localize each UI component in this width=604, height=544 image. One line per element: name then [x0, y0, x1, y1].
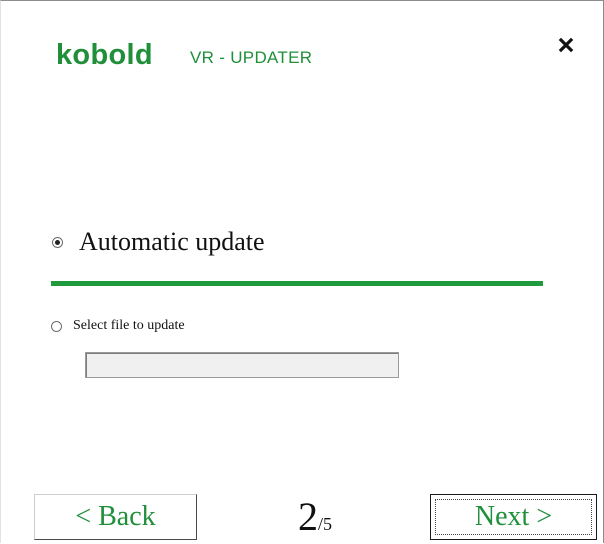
back-button-label: < Back — [75, 501, 156, 532]
file-path-input[interactable] — [85, 352, 399, 378]
automatic-update-option[interactable]: Automatic update — [52, 227, 265, 257]
select-file-option[interactable]: Select file to update — [51, 318, 185, 334]
back-button[interactable]: < Back — [34, 494, 197, 540]
close-button[interactable] — [555, 34, 577, 56]
select-file-label: Select file to update — [73, 318, 185, 333]
brand-logo: kobold — [56, 39, 153, 71]
focus-outline — [435, 499, 592, 535]
app-subtitle: VR - UPDATER — [190, 48, 313, 67]
radio-selected-dot — [55, 239, 60, 245]
step-total: 5 — [323, 514, 333, 534]
select-file-radio[interactable] — [51, 320, 62, 332]
updater-window: kobold VR - UPDATER Automatic update Sel… — [0, 0, 604, 543]
automatic-update-radio[interactable] — [52, 236, 63, 248]
step-indicator: 2 / 5 — [298, 493, 332, 540]
automatic-update-label: Automatic update — [79, 227, 265, 256]
step-current: 2 — [298, 494, 318, 539]
section-divider — [51, 281, 543, 286]
close-icon — [558, 37, 574, 53]
next-button[interactable]: Next > — [430, 494, 597, 540]
